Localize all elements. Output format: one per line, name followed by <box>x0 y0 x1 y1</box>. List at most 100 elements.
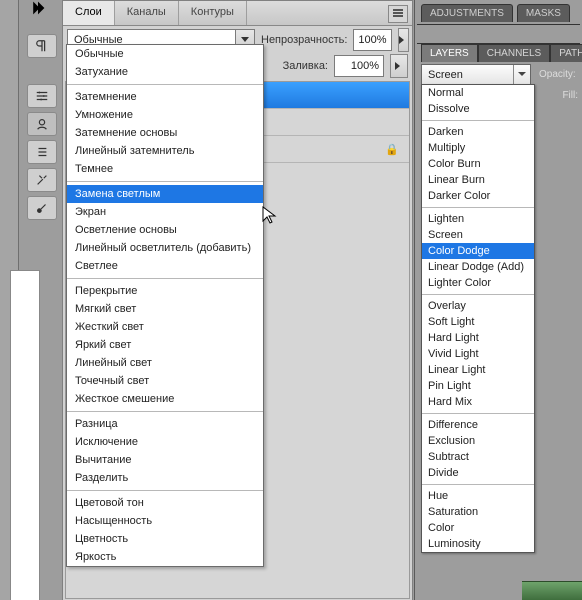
dropdown-item[interactable]: Жесткий свет <box>67 318 263 336</box>
dropdown-item[interactable]: Lighten <box>422 211 534 227</box>
blend-mode-dropdown[interactable]: ОбычныеЗатухание ЗатемнениеУмножениеЗатем… <box>66 44 264 567</box>
node-icon[interactable] <box>27 112 57 136</box>
dropdown-item[interactable]: Затемнение основы <box>67 124 263 142</box>
sliders-icon[interactable] <box>27 84 57 108</box>
fill-input[interactable]: 100% <box>334 55 384 77</box>
tab-paths[interactable]: Контуры <box>179 1 247 25</box>
layers-panel-en: ADJUSTMENTS MASKS LAYERS CHANNELS PATHS … <box>414 0 582 600</box>
tool-column <box>24 0 60 600</box>
dropdown-item[interactable]: Divide <box>422 465 534 481</box>
dropdown-item[interactable]: Линейный затемнитель <box>67 142 263 160</box>
blend-mode-select-en[interactable]: Screen <box>421 64 531 85</box>
opacity-label-en: Opacity: <box>539 69 576 80</box>
dropdown-separator <box>422 413 534 414</box>
tab-layers[interactable]: Слои <box>63 1 115 25</box>
fill-label-en: Fill: <box>562 90 578 101</box>
dropdown-item[interactable]: Soft Light <box>422 314 534 330</box>
tools-icon[interactable] <box>27 168 57 192</box>
dropdown-item[interactable]: Hue <box>422 488 534 504</box>
dropdown-item[interactable]: Exclusion <box>422 433 534 449</box>
dropdown-separator <box>67 411 263 412</box>
opacity-label: Непрозрачность: <box>261 34 347 46</box>
dropdown-item[interactable]: Saturation <box>422 504 534 520</box>
dropdown-separator <box>67 84 263 85</box>
collapse-icon[interactable] <box>30 0 46 16</box>
dropdown-item[interactable]: Hard Light <box>422 330 534 346</box>
dropdown-separator <box>67 490 263 491</box>
dropdown-item[interactable]: Цветность <box>67 530 263 548</box>
opacity-input[interactable]: 100% <box>353 29 391 51</box>
dropdown-item[interactable]: Darker Color <box>422 188 534 204</box>
dropdown-item[interactable]: Светлее <box>67 257 263 275</box>
dropdown-item[interactable]: Цветовой тон <box>67 494 263 512</box>
panel-tabs: Слои Каналы Контуры <box>63 1 412 26</box>
dropdown-item[interactable]: Color <box>422 520 534 536</box>
dropdown-item[interactable]: Насыщенность <box>67 512 263 530</box>
tab-layers-en[interactable]: LAYERS <box>421 44 478 62</box>
dropdown-item[interactable]: Вычитание <box>67 451 263 469</box>
dropdown-item[interactable]: Screen <box>422 227 534 243</box>
dropdown-item[interactable]: Линейный свет <box>67 354 263 372</box>
dropdown-item[interactable]: Linear Dodge (Add) <box>422 259 534 275</box>
dropdown-item[interactable]: Разделить <box>67 469 263 487</box>
dropdown-item[interactable]: Затемнение <box>67 88 263 106</box>
panel-menu-icon[interactable] <box>388 5 408 23</box>
document-edge <box>10 270 40 600</box>
list-icon[interactable] <box>27 140 57 164</box>
cursor-icon <box>262 206 278 226</box>
dropdown-item[interactable]: Difference <box>422 417 534 433</box>
dropdown-item[interactable]: Linear Light <box>422 362 534 378</box>
dropdown-item[interactable]: Яркий свет <box>67 336 263 354</box>
dropdown-separator <box>67 278 263 279</box>
blend-mode-dropdown-en[interactable]: NormalDissolveDarkenMultiplyColor BurnLi… <box>421 84 535 553</box>
dropdown-item[interactable]: Точечный свет <box>67 372 263 390</box>
dropdown-item[interactable]: Dissolve <box>422 101 534 117</box>
tab-channels[interactable]: Каналы <box>115 1 179 25</box>
dropdown-item[interactable]: Linear Burn <box>422 172 534 188</box>
dropdown-item[interactable]: Darken <box>422 124 534 140</box>
dropdown-separator <box>422 294 534 295</box>
dropdown-item[interactable]: Яркость <box>67 548 263 566</box>
dropdown-item[interactable]: Разница <box>67 415 263 433</box>
panel-tabs-en: LAYERS CHANNELS PATHS <box>421 44 582 62</box>
fill-flyout-icon[interactable] <box>390 54 408 78</box>
paragraph-icon[interactable] <box>27 34 57 58</box>
tab-channels-en[interactable]: CHANNELS <box>478 44 550 62</box>
dropdown-item[interactable]: Color Dodge <box>422 243 534 259</box>
fill-label: Заливка: <box>283 60 328 72</box>
dropdown-item[interactable]: Color Burn <box>422 156 534 172</box>
dropdown-item[interactable]: Subtract <box>422 449 534 465</box>
dropdown-separator <box>422 120 534 121</box>
brush-preset-icon[interactable] <box>27 196 57 220</box>
dropdown-item[interactable]: Исключение <box>67 433 263 451</box>
top-tabs: ADJUSTMENTS MASKS <box>421 4 570 22</box>
opacity-flyout-icon[interactable] <box>398 28 409 52</box>
dropdown-item[interactable]: Luminosity <box>422 536 534 552</box>
dropdown-item[interactable]: Overlay <box>422 298 534 314</box>
dropdown-separator <box>67 181 263 182</box>
lock-icon: 🔒 <box>385 143 399 156</box>
dropdown-separator <box>422 207 534 208</box>
dropdown-item[interactable]: Pin Light <box>422 378 534 394</box>
dropdown-item[interactable]: Normal <box>422 85 534 101</box>
dropdown-item[interactable]: Lighter Color <box>422 275 534 291</box>
dropdown-item[interactable]: Затухание <box>67 63 263 81</box>
tab-masks[interactable]: MASKS <box>517 4 570 22</box>
dropdown-item[interactable]: Осветление основы <box>67 221 263 239</box>
dropdown-item[interactable]: Multiply <box>422 140 534 156</box>
dropdown-item[interactable]: Экран <box>67 203 263 221</box>
chevron-down-icon <box>513 65 530 84</box>
dropdown-item[interactable]: Мягкий свет <box>67 300 263 318</box>
dropdown-item[interactable]: Vivid Light <box>422 346 534 362</box>
dropdown-item[interactable]: Темнее <box>67 160 263 178</box>
dropdown-item[interactable]: Умножение <box>67 106 263 124</box>
tab-paths-en[interactable]: PATHS <box>550 44 582 62</box>
dropdown-item[interactable]: Замена светлым <box>67 185 263 203</box>
blend-mode-value-en: Screen <box>422 69 469 81</box>
dropdown-item[interactable]: Обычные <box>67 45 263 63</box>
dropdown-item[interactable]: Перекрытие <box>67 282 263 300</box>
tab-adjustments[interactable]: ADJUSTMENTS <box>421 4 513 22</box>
dropdown-item[interactable]: Жесткое смешение <box>67 390 263 408</box>
dropdown-item[interactable]: Линейный осветлитель (добавить) <box>67 239 263 257</box>
dropdown-item[interactable]: Hard Mix <box>422 394 534 410</box>
